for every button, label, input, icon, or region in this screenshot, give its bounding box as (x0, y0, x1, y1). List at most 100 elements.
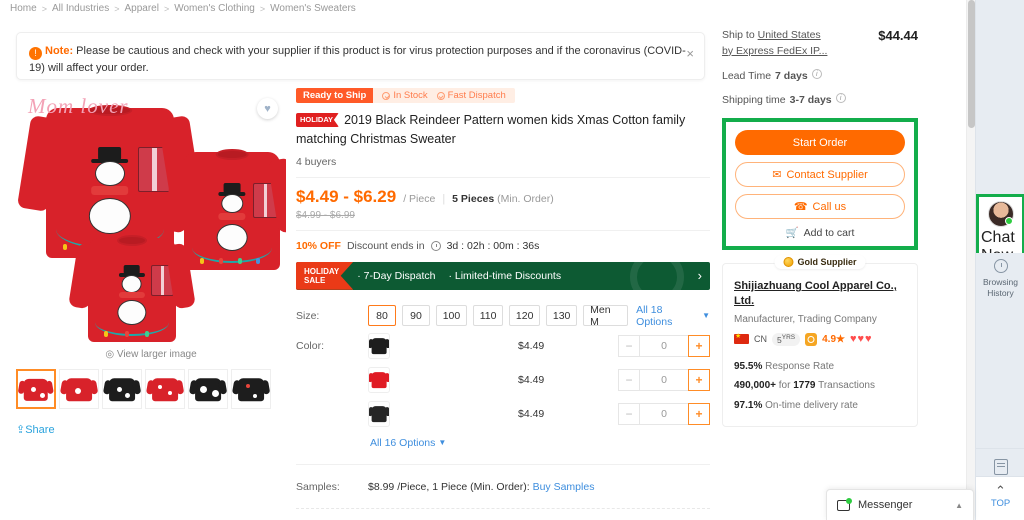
product-badges: Ready to Ship In Stock Fast Dispatch (296, 88, 710, 103)
original-price: $4.99 - $6.99 (296, 210, 710, 221)
transactions-stat: 490,000+ for 1779 Transactions (734, 376, 906, 396)
samples-value: $8.99 /Piece, 1 Piece (Min. Order): Buy … (368, 481, 594, 493)
share-label: Share (25, 424, 54, 436)
holiday-sale-banner[interactable]: HOLIDAY SALE · 7-Day Dispatch · Limited-… (296, 262, 710, 290)
gold-coin-icon (783, 257, 793, 267)
size-option-110[interactable]: 110 (473, 305, 503, 326)
sweater-adult (46, 108, 174, 258)
decorative-circle (630, 262, 684, 290)
color-price-2: $4.49 (518, 408, 618, 420)
product-title-text: 2019 Black Reindeer Pattern women kids X… (296, 113, 685, 146)
breadcrumb: Home > All Industries > Apparel > Women'… (10, 3, 356, 14)
thumbnail-1[interactable] (59, 369, 99, 409)
scrollbar-thumb[interactable] (968, 0, 975, 128)
color-swatch-0[interactable] (368, 333, 390, 359)
breadcrumb-item-all-industries[interactable]: All Industries (52, 3, 109, 14)
ship-to-country[interactable]: United States (758, 29, 821, 41)
document-icon (994, 459, 1008, 475)
breadcrumb-item-home[interactable]: Home (10, 3, 37, 14)
increase-quantity-button[interactable]: + (688, 403, 710, 425)
view-larger-image-button[interactable]: ◎ View larger image (16, 349, 286, 360)
share-button[interactable]: ⇪Share (16, 423, 286, 436)
sweater-illustration (16, 90, 286, 345)
clock-icon (431, 241, 441, 251)
thumbnail-4[interactable] (188, 369, 228, 409)
thumbnail-0[interactable] (16, 369, 56, 409)
check-circle-icon (437, 92, 445, 100)
size-option-men-m[interactable]: Men M (583, 305, 628, 326)
years-badge: 5YRS (772, 333, 800, 346)
chevron-right-icon[interactable]: › (698, 268, 702, 283)
breadcrumb-item-womens-clothing[interactable]: Women's Clothing (174, 3, 255, 14)
sale-tag-line2: SALE (304, 276, 339, 285)
messenger-bar[interactable]: Messenger ▲ (826, 489, 974, 520)
start-order-button[interactable]: Start Order (735, 130, 905, 155)
divider (296, 508, 710, 509)
thumbnail-5[interactable] (231, 369, 271, 409)
gold-supplier-label: Gold Supplier (797, 257, 856, 267)
quantity-value-0[interactable]: 0 (640, 335, 688, 357)
quantity-value-1[interactable]: 0 (640, 369, 688, 391)
size-options: 80 90 100 110 120 130 Men M All 18 Optio… (368, 304, 710, 328)
delivery-rate-value: 97.1% (734, 400, 762, 411)
increase-quantity-button[interactable]: + (688, 369, 710, 391)
fast-dispatch-badge: Fast Dispatch (437, 90, 506, 101)
call-us-button[interactable]: ☎ Call us (735, 194, 905, 219)
decrease-quantity-button[interactable]: − (618, 403, 640, 425)
color-swatch-1[interactable] (368, 367, 390, 393)
thumbnail-3[interactable] (145, 369, 185, 409)
browsing-history-widget[interactable]: Browsing History (976, 253, 1024, 305)
size-all-options-link[interactable]: All 18 Options ▼ (636, 304, 710, 328)
avatar (988, 201, 1014, 227)
color-all-options-label: All 16 Options (370, 437, 435, 449)
note-text: Please be cautious and check with your s… (29, 45, 686, 74)
ship-method[interactable]: by Express FedEx IP... (722, 45, 827, 57)
size-option-130[interactable]: 130 (546, 305, 577, 326)
quantity-value-2[interactable]: 0 (640, 403, 688, 425)
decrease-quantity-button[interactable]: − (618, 369, 640, 391)
holiday-tag: HOLIDAY (296, 113, 339, 128)
color-all-options-link[interactable]: All 16 Options ▼ (370, 437, 446, 449)
top-label: TOP (976, 498, 1024, 509)
close-icon[interactable]: × (686, 47, 694, 60)
thumbnail-2[interactable] (102, 369, 142, 409)
size-option-80[interactable]: 80 (368, 305, 396, 326)
chevron-up-icon[interactable]: ▲ (955, 501, 963, 510)
back-to-top-button[interactable]: ⌃ TOP (976, 476, 1024, 520)
view-larger-label: View larger image (117, 349, 197, 360)
breadcrumb-item-womens-sweaters[interactable]: Women's Sweaters (270, 3, 356, 14)
decrease-quantity-button[interactable]: − (618, 335, 640, 357)
size-all-options-label: All 18 Options (636, 304, 699, 328)
breadcrumb-item-apparel[interactable]: Apparel (124, 3, 158, 14)
buy-samples-link[interactable]: Buy Samples (533, 481, 595, 493)
color-swatch-2[interactable] (368, 401, 390, 427)
clock-icon (994, 259, 1008, 273)
main-product-image[interactable]: Mom lover ♥ (16, 90, 286, 345)
increase-quantity-button[interactable]: + (688, 335, 710, 357)
lead-time-row: Lead Time 7 days i (722, 69, 918, 85)
supplier-name[interactable]: Shijiazhuang Cool Apparel Co., Ltd. (734, 279, 906, 310)
size-option-90[interactable]: 90 (402, 305, 430, 326)
contact-supplier-button[interactable]: ✉ Contact Supplier (735, 162, 905, 187)
color-row: $4.49 − 0 + (296, 363, 710, 397)
size-option-120[interactable]: 120 (509, 305, 540, 326)
info-icon[interactable]: i (812, 69, 822, 79)
page-scrollbar[interactable] (966, 0, 975, 520)
shipping-price: $44.44 (878, 28, 918, 43)
divider: | (442, 193, 445, 205)
discount-row: 10% OFF Discount ends in 3d : 02h : 00m … (296, 240, 710, 252)
add-to-cart-button[interactable]: 🛒 Add to cart (735, 226, 905, 239)
divider (296, 177, 710, 178)
size-option-100[interactable]: 100 (436, 305, 467, 326)
purchase-column: Ship to United States by Express FedEx I… (722, 28, 918, 427)
info-icon[interactable]: i (836, 93, 846, 103)
product-gallery: Mom lover ♥ ◎ View larger image ⇪Share (16, 90, 286, 436)
wishlist-heart-icon[interactable]: ♥ (257, 98, 278, 119)
stock-badges: In Stock Fast Dispatch (373, 88, 514, 103)
sweater-kid (88, 238, 176, 342)
cart-icon: 🛒 (786, 226, 799, 239)
contact-supplier-label: Contact Supplier (786, 169, 867, 181)
country-code: CN (754, 334, 767, 344)
phone-icon: ☎ (794, 200, 808, 213)
medal-icon (805, 333, 817, 346)
